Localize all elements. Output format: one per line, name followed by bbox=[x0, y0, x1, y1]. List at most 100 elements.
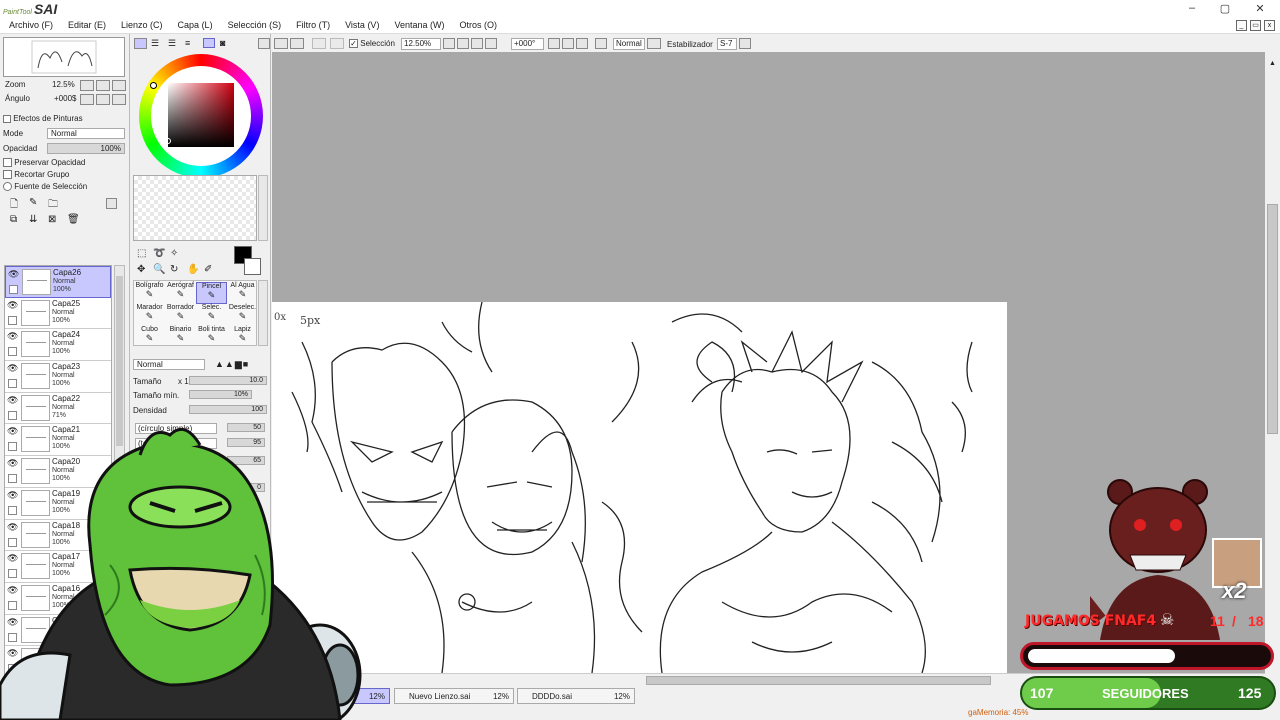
scroll-up-icon[interactable]: ▲ bbox=[1267, 60, 1278, 70]
selection-toggle[interactable]: ✓ Selección bbox=[349, 39, 395, 49]
stabilizer-dropdown[interactable] bbox=[739, 38, 751, 49]
min-size-slider[interactable]: 10% bbox=[189, 390, 252, 399]
minimize-button[interactable]: – bbox=[1182, 2, 1202, 16]
layer-row[interactable]: 👁 Capa26 Normal 100% bbox=[5, 266, 111, 298]
hand-tool-icon[interactable]: ✋ bbox=[187, 264, 199, 275]
mixer-tab-icon[interactable]: ≡ bbox=[185, 38, 190, 48]
layer-lock-checkbox[interactable] bbox=[8, 347, 17, 357]
rotate-left-button[interactable] bbox=[80, 94, 94, 105]
menu-lienzo[interactable]: Lienzo (C) bbox=[112, 18, 169, 30]
visibility-eye-icon[interactable]: 👁 bbox=[7, 332, 18, 341]
angle-field[interactable]: +000° bbox=[511, 38, 544, 50]
zoom-out-toolbar-button[interactable] bbox=[443, 38, 455, 49]
zoom-in-button[interactable] bbox=[96, 80, 110, 91]
close-button[interactable]: ✕ bbox=[1250, 2, 1270, 16]
scratchpad[interactable] bbox=[133, 175, 257, 241]
tool-borrador[interactable]: Borrador ✎ bbox=[165, 304, 196, 326]
menu-filtro[interactable]: Filtro (T) bbox=[287, 18, 336, 30]
layer-lock-checkbox[interactable] bbox=[9, 285, 18, 294]
hsv-sliders-tab-icon[interactable]: ☰ bbox=[168, 38, 176, 49]
selection-checkbox[interactable]: ✓ bbox=[349, 39, 358, 49]
tool-deselec-[interactable]: Deselec. ✎ bbox=[227, 304, 258, 326]
visibility-eye-icon[interactable]: 👁 bbox=[8, 270, 19, 279]
tool-marador[interactable]: Marador ✎ bbox=[134, 304, 165, 326]
tool-selec-[interactable]: Selec. ✎ bbox=[196, 304, 227, 326]
swatches-tab[interactable] bbox=[203, 38, 215, 48]
clear-layer-icon[interactable]: ⊠ bbox=[48, 214, 56, 225]
zoom-out-button[interactable] bbox=[80, 80, 94, 91]
preserve-opacity-option[interactable]: Preservar Opacidad bbox=[3, 158, 85, 168]
tool-lapiz[interactable]: Lapiz ✎ bbox=[227, 326, 258, 348]
flip-horizontal-button[interactable] bbox=[595, 38, 607, 49]
visibility-eye-icon[interactable]: 👁 bbox=[7, 300, 18, 310]
tool-binario[interactable]: Binario ✎ bbox=[165, 326, 196, 348]
tool-cubo[interactable]: Cubo ✎ bbox=[134, 326, 165, 348]
marquee-tool-icon[interactable]: ⬚ bbox=[137, 248, 146, 259]
opacity-slider[interactable]: 100% bbox=[47, 143, 125, 154]
tool-grid-scrollbar[interactable] bbox=[258, 280, 268, 346]
navigator-thumbnail[interactable] bbox=[3, 37, 125, 77]
menu-archivo[interactable]: Archivo (F) bbox=[0, 18, 59, 30]
stabilizer-field[interactable]: S-7 bbox=[717, 38, 737, 50]
layer-lock-checkbox[interactable] bbox=[8, 315, 17, 325]
density-slider[interactable]: 100 bbox=[189, 405, 267, 414]
menu-seleccion[interactable]: Selección (S) bbox=[219, 18, 288, 30]
rotate-reset-button[interactable] bbox=[112, 94, 126, 105]
mdi-close-button[interactable]: x bbox=[1264, 20, 1275, 31]
menu-editar[interactable]: Editar (E) bbox=[59, 18, 112, 30]
clip-group-checkbox[interactable] bbox=[3, 170, 12, 180]
menu-vista[interactable]: Vista (V) bbox=[336, 18, 385, 30]
new-folder-icon[interactable]: 🗀 bbox=[48, 197, 58, 214]
rotate-ccw-button[interactable] bbox=[548, 38, 560, 49]
zoom-actual-button[interactable] bbox=[485, 38, 497, 49]
size-slider[interactable]: 10.0 bbox=[189, 376, 267, 385]
menu-capa[interactable]: Capa (L) bbox=[169, 18, 219, 30]
layer-row[interactable]: 👁 Capa25 Normal 100% bbox=[5, 298, 111, 330]
menu-otros[interactable]: Otros (O) bbox=[450, 18, 503, 30]
doc-tab-ddddo[interactable]: DDDDo.sai 12% bbox=[517, 688, 635, 704]
tool-boli-tinta[interactable]: Boli tinta ✎ bbox=[196, 326, 227, 348]
toolbar-toggle-button[interactable] bbox=[258, 38, 270, 49]
rotate-right-button[interactable] bbox=[96, 94, 110, 105]
zoom-tool-icon[interactable]: 🔍 bbox=[153, 264, 165, 275]
tool-al-agua[interactable]: Al Agua ✎ bbox=[227, 282, 258, 304]
tool-aer-graf[interactable]: Aerógraf ✎ bbox=[165, 282, 196, 304]
move-tool-icon[interactable]: ✥ bbox=[137, 264, 145, 275]
zoom-in-toolbar-button[interactable] bbox=[457, 38, 469, 49]
new-linework-icon[interactable]: ✎ bbox=[29, 197, 37, 208]
lasso-tool-icon[interactable]: ➰ bbox=[153, 248, 165, 259]
delete-layer-icon[interactable]: 🗑 bbox=[67, 214, 80, 225]
layer-row[interactable]: 👁 Capa23 Normal 100% bbox=[5, 361, 111, 393]
secondary-color-swatch[interactable] bbox=[244, 258, 261, 275]
selection-source-radio[interactable] bbox=[3, 182, 12, 192]
invert-selection-button[interactable] bbox=[330, 38, 344, 49]
selection-source-option[interactable]: Fuente de Selección bbox=[3, 182, 87, 192]
menu-ventana[interactable]: Ventana (W) bbox=[385, 18, 450, 30]
redo-button[interactable] bbox=[290, 38, 304, 49]
blend-mode-field[interactable]: Normal bbox=[613, 38, 645, 50]
visibility-eye-icon[interactable]: 👁 bbox=[7, 364, 18, 373]
magic-wand-tool-icon[interactable]: ✧ bbox=[170, 248, 178, 259]
merge-layer-icon[interactable]: ⇊ bbox=[29, 214, 37, 225]
layer-mask-icon[interactable] bbox=[106, 198, 117, 209]
scratchpad-scrollbar[interactable] bbox=[258, 175, 268, 241]
copy-layer-icon[interactable]: ⧉ bbox=[10, 214, 17, 225]
brush-mode-select[interactable]: Normal bbox=[133, 359, 205, 370]
vertical-scroll-thumb[interactable] bbox=[1267, 204, 1278, 434]
tool-pincel[interactable]: Pincel ✎ bbox=[196, 282, 227, 304]
preserve-opacity-checkbox[interactable] bbox=[3, 158, 12, 168]
layer-row[interactable]: 👁 Capa24 Normal 100% bbox=[5, 329, 111, 362]
rotate-reset-toolbar-button[interactable] bbox=[576, 38, 588, 49]
color-wheel-tab[interactable] bbox=[134, 38, 147, 49]
layer-lock-checkbox[interactable] bbox=[8, 379, 17, 389]
visibility-eye-icon[interactable]: 👁 bbox=[7, 395, 18, 405]
mode-select[interactable]: Normal bbox=[47, 128, 125, 139]
rotate-tool-icon[interactable]: ↻ bbox=[170, 264, 178, 275]
drawing-canvas[interactable]: 0x 5px bbox=[272, 302, 1007, 673]
tool-bol-grafo[interactable]: Bolígrafo ✎ bbox=[134, 282, 165, 304]
clip-group-option[interactable]: Recortar Grupo bbox=[3, 170, 69, 180]
maximize-button[interactable]: ▢ bbox=[1215, 2, 1235, 16]
saturation-value-square[interactable] bbox=[168, 83, 234, 147]
layer-row[interactable]: 👁 Capa22 Normal 71% bbox=[5, 393, 111, 425]
deselect-button[interactable] bbox=[312, 38, 326, 49]
